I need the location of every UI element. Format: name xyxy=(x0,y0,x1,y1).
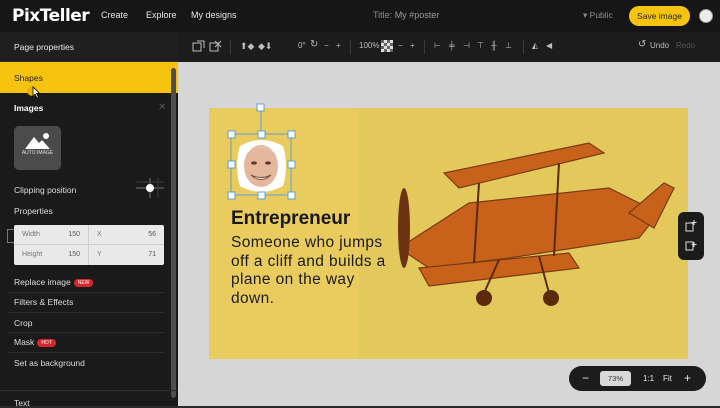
zoom-out-icon[interactable]: − xyxy=(582,371,589,385)
add-page-icon[interactable] xyxy=(685,220,697,232)
toolbar-separator xyxy=(350,40,351,54)
set-as-background-button[interactable]: Set as background xyxy=(14,358,85,368)
rotate-increase-icon[interactable]: + xyxy=(336,41,341,50)
sidebar: Page properties Shapes Images ✕ AUTO IMA… xyxy=(0,32,178,408)
bring-forward-icon[interactable]: ⬆◆ xyxy=(240,41,254,52)
mask-button[interactable]: Mask HOT xyxy=(14,337,56,347)
biplane-image[interactable] xyxy=(359,128,679,348)
pointer-cursor-icon xyxy=(32,86,41,99)
title-field[interactable]: Title: My #poster xyxy=(373,10,439,20)
toolbar-separator xyxy=(523,40,524,54)
align-bottom-icon[interactable]: ⊥ xyxy=(505,41,512,50)
editor-toolbar: ⬆◆ ◆⬇ 0° ↻ − + 100% − + ⊢ ╪ ⊣ ⊤ ╫ ⊥ ◭ ◀ … xyxy=(178,32,720,62)
new-badge: NEW xyxy=(73,278,94,287)
rotate-decrease-icon[interactable]: − xyxy=(324,41,329,50)
save-image-button[interactable]: Save image xyxy=(629,6,690,26)
sidebar-item-text[interactable]: Text xyxy=(14,398,30,408)
send-backward-icon[interactable]: ◆⬇ xyxy=(258,41,272,52)
rotation-value[interactable]: 0° xyxy=(298,41,306,50)
divider xyxy=(8,292,164,293)
divider xyxy=(8,312,164,313)
nav-explore[interactable]: Explore xyxy=(146,10,177,20)
mountain-image-icon xyxy=(25,133,50,149)
title-value[interactable]: My #poster xyxy=(395,10,440,20)
opacity-decrease-icon[interactable]: − xyxy=(398,41,403,50)
selection-frame xyxy=(227,103,296,200)
align-top-icon[interactable]: ⊤ xyxy=(477,41,484,50)
page-actions-panel xyxy=(678,212,704,260)
images-section-title: Images xyxy=(14,103,44,113)
toolbar-separator xyxy=(230,40,231,54)
x-value[interactable]: 56 xyxy=(148,231,156,238)
visibility-dropdown[interactable]: ▾ Public xyxy=(583,10,613,21)
nav-create[interactable]: Create xyxy=(101,10,128,20)
rotate-handle xyxy=(256,103,265,112)
filters-effects-button[interactable]: Filters & Effects xyxy=(14,297,73,307)
zoom-one-to-one-button[interactable]: 1:1 xyxy=(643,374,654,383)
zoom-fit-button[interactable]: Fit xyxy=(663,374,672,383)
align-middle-icon[interactable]: ╫ xyxy=(491,41,497,50)
divider xyxy=(0,390,178,391)
hot-badge: HOT xyxy=(37,338,56,347)
duplicate-page-icon[interactable] xyxy=(685,239,697,251)
chevron-down-icon: ▾ xyxy=(583,10,588,20)
canvas-area: Entrepreneur Someone who jumps off a cli… xyxy=(178,62,720,406)
poster-body-text[interactable]: Someone who jumps off a cliff and builds… xyxy=(231,234,401,308)
redo-button[interactable]: Redo xyxy=(676,41,695,50)
divider xyxy=(8,332,164,333)
replace-image-label: Replace image xyxy=(14,277,71,287)
width-field[interactable]: Width 150 xyxy=(14,225,89,245)
width-label: Width xyxy=(22,231,40,238)
sidebar-scrollbar[interactable] xyxy=(171,68,176,398)
nav-my-designs[interactable]: My designs xyxy=(191,10,237,20)
undo-icon: ↺ xyxy=(638,39,647,50)
group-icon[interactable] xyxy=(192,40,205,53)
clipping-position-label: Clipping position xyxy=(14,185,77,195)
auto-image-label: AUTO IMAGE xyxy=(21,150,54,156)
flip-vertical-icon[interactable]: ◀ xyxy=(546,41,552,50)
x-label: X xyxy=(97,231,102,238)
close-icon[interactable]: ✕ xyxy=(158,102,166,113)
align-left-icon[interactable]: ⊢ xyxy=(434,41,441,50)
zoom-value[interactable]: 73% xyxy=(600,371,631,386)
aspect-lock-bracket[interactable] xyxy=(7,229,14,243)
opacity-increase-icon[interactable]: + xyxy=(410,41,415,50)
avatar[interactable] xyxy=(699,9,713,23)
title-label: Title: xyxy=(373,10,393,20)
toolbar-separator xyxy=(424,40,425,54)
zoom-bar: − 73% 1:1 Fit + xyxy=(569,366,706,391)
width-value[interactable]: 150 xyxy=(68,231,80,238)
y-label: Y xyxy=(97,251,102,258)
crop-button[interactable]: Crop xyxy=(14,318,32,328)
y-value[interactable]: 71 xyxy=(148,251,156,258)
sidebar-item-label: Shapes xyxy=(14,73,43,83)
top-bar: PixTeller Create Explore My designs Titl… xyxy=(0,0,720,32)
properties-label: Properties xyxy=(14,206,53,216)
height-label: Height xyxy=(22,251,43,258)
divider xyxy=(8,352,164,353)
ungroup-icon[interactable] xyxy=(209,40,222,53)
auto-image-thumbnail[interactable]: AUTO IMAGE xyxy=(14,126,61,170)
x-field[interactable]: X 56 xyxy=(89,225,164,245)
rotate-icon[interactable]: ↻ xyxy=(310,39,318,50)
y-field[interactable]: Y 71 xyxy=(89,245,164,265)
replace-image-button[interactable]: Replace image NEW xyxy=(14,277,94,287)
logo[interactable]: PixTeller xyxy=(12,6,90,26)
clipping-position-control[interactable] xyxy=(136,178,164,198)
align-right-icon[interactable]: ⊣ xyxy=(463,41,470,50)
undo-button[interactable]: Undo xyxy=(650,41,669,50)
height-field[interactable]: Height 150 xyxy=(14,245,89,265)
opacity-value[interactable]: 100% xyxy=(359,41,379,50)
height-value[interactable]: 150 xyxy=(68,251,80,258)
align-center-icon[interactable]: ╪ xyxy=(449,41,455,50)
poster-headline[interactable]: Entrepreneur xyxy=(231,208,350,230)
visibility-label: Public xyxy=(589,10,613,20)
mask-label: Mask xyxy=(14,337,35,347)
sidebar-item-page-properties[interactable]: Page properties xyxy=(0,32,178,62)
properties-grid: Width 150 X 56 Height 150 Y 71 xyxy=(14,225,164,265)
flip-horizontal-icon[interactable]: ◭ xyxy=(532,41,538,50)
transparency-icon xyxy=(381,40,393,52)
zoom-in-icon[interactable]: + xyxy=(684,371,691,385)
sidebar-item-label: Page properties xyxy=(14,42,75,52)
